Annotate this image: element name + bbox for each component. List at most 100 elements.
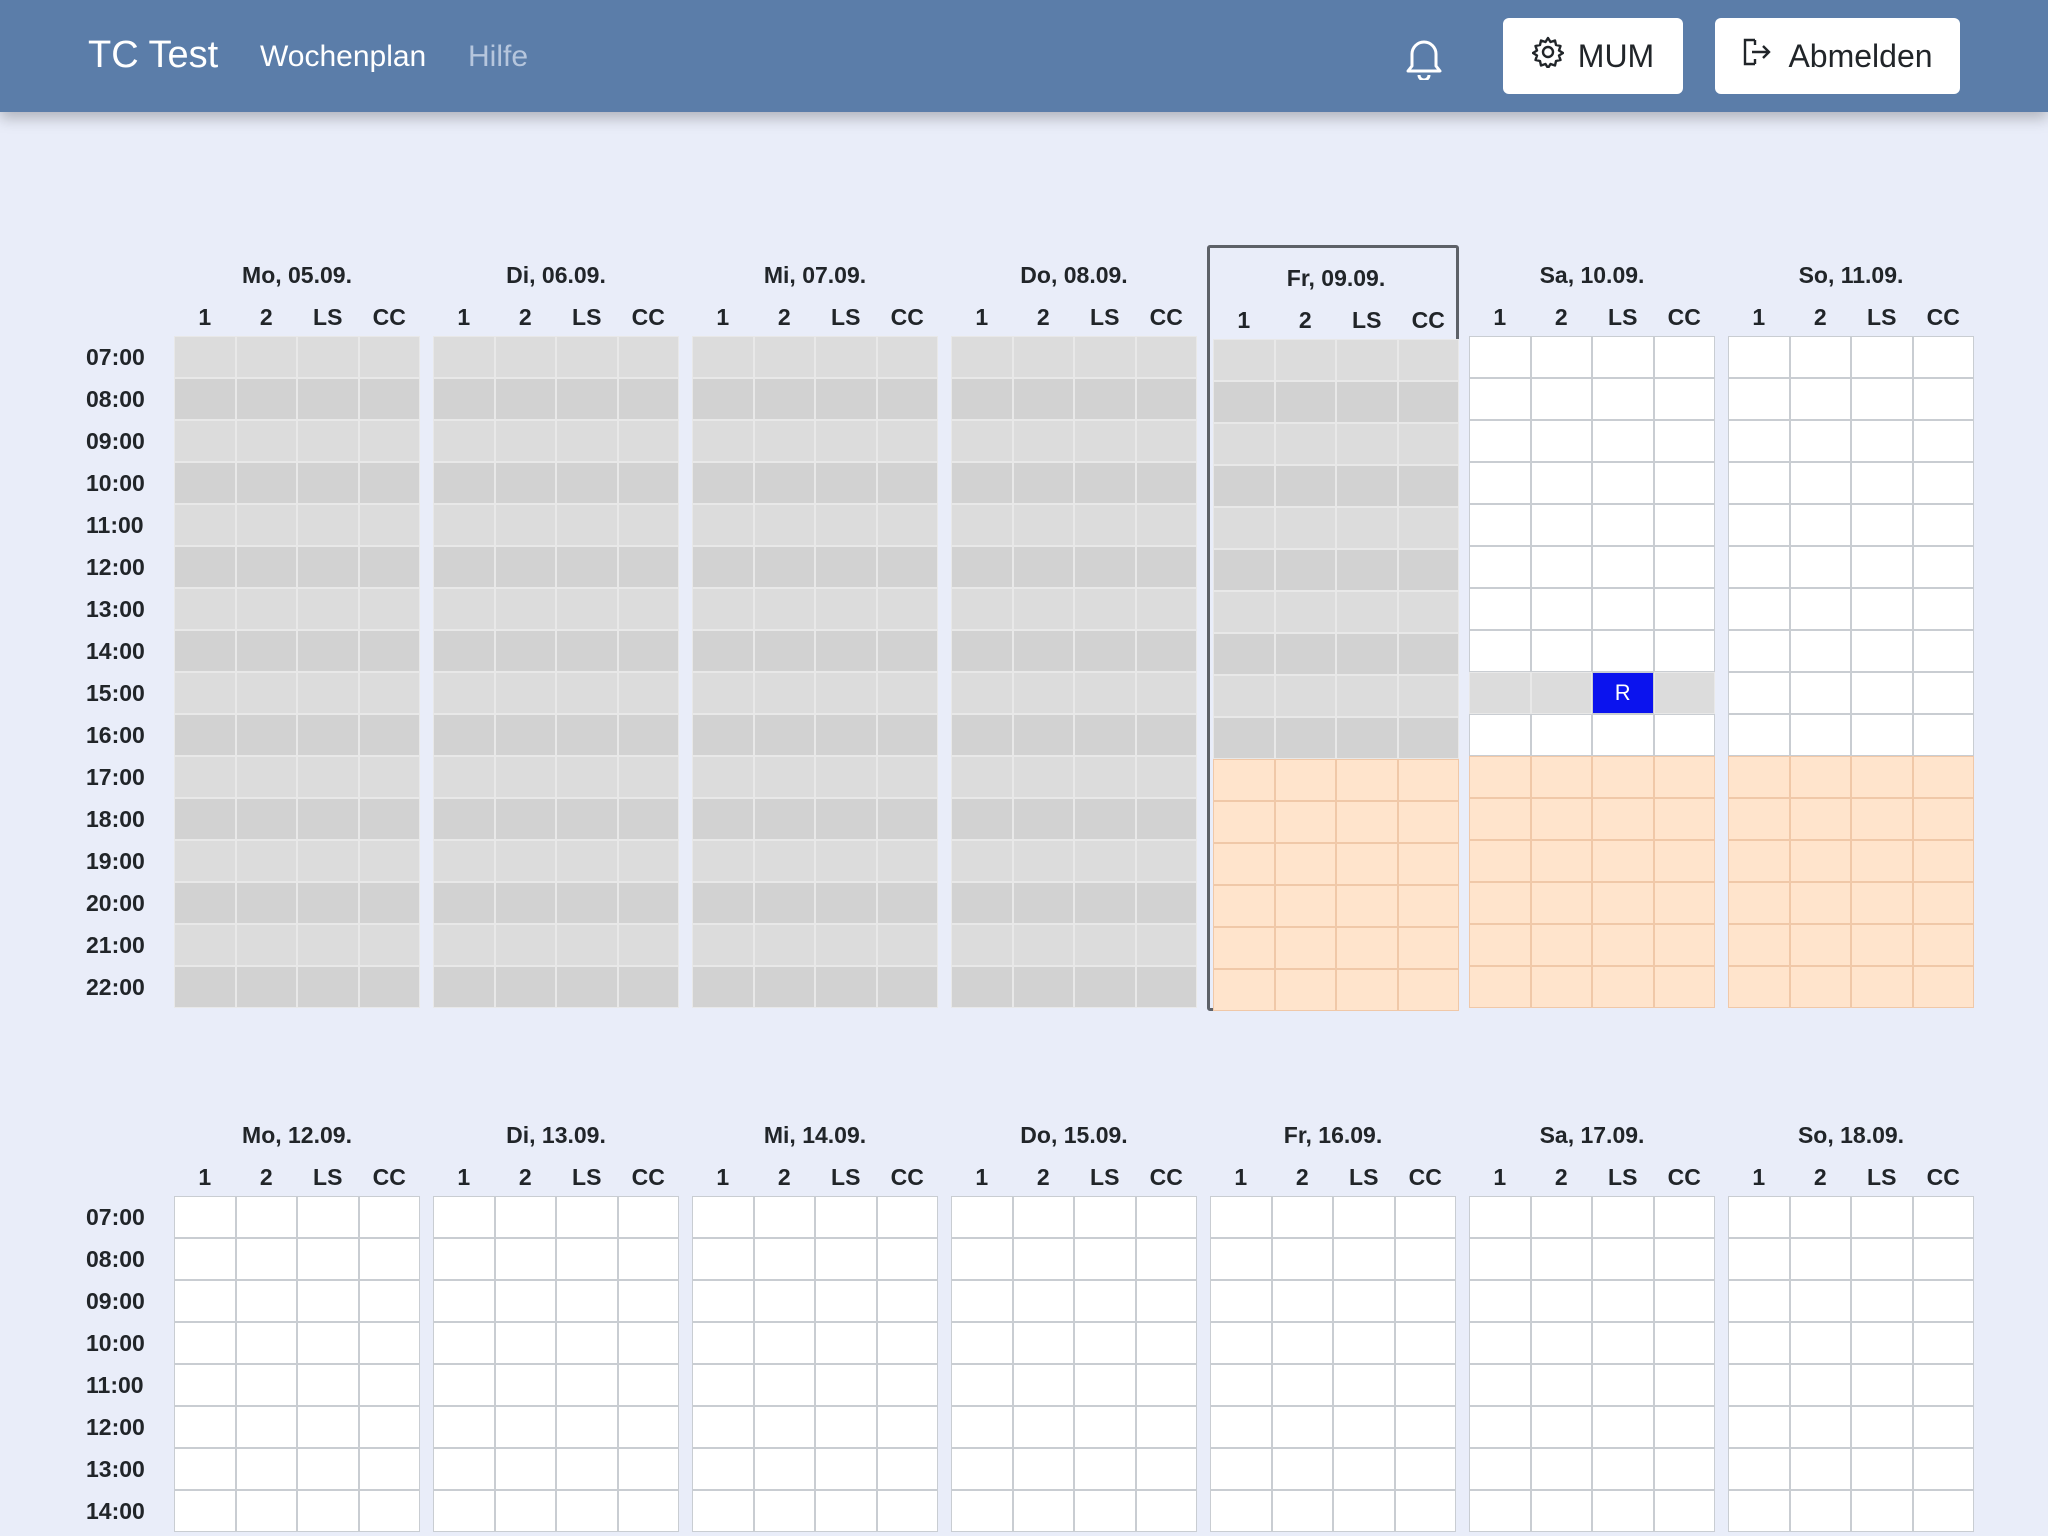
- slot-cell[interactable]: [1135, 1322, 1197, 1364]
- slot-cell[interactable]: [1213, 801, 1275, 843]
- slot-cell[interactable]: [1469, 840, 1531, 882]
- slot-cell[interactable]: [1789, 420, 1851, 462]
- slot-cell[interactable]: [1012, 1406, 1074, 1448]
- slot-cell[interactable]: [1912, 924, 1974, 966]
- slot-cell[interactable]: [1469, 966, 1531, 1008]
- slot-cell[interactable]: [1728, 798, 1790, 840]
- slot-cell[interactable]: [617, 1490, 679, 1532]
- slot-cell[interactable]: [1271, 1196, 1333, 1238]
- slot-cell[interactable]: [1530, 546, 1592, 588]
- slot-cell[interactable]: [1653, 588, 1715, 630]
- slot-cell[interactable]: [1728, 1196, 1790, 1238]
- slot-cell[interactable]: [174, 1238, 236, 1280]
- slot-cell[interactable]: [494, 1280, 556, 1322]
- slot-cell[interactable]: [1728, 882, 1790, 924]
- slot-cell[interactable]: [1592, 1238, 1654, 1280]
- slot-cell[interactable]: [1653, 966, 1715, 1008]
- slot-cell[interactable]: [617, 1448, 679, 1490]
- slot-cell[interactable]: [1213, 885, 1275, 927]
- slot-cell[interactable]: [1728, 1490, 1790, 1532]
- slot-cell[interactable]: [1851, 1238, 1913, 1280]
- slot-cell[interactable]: [1728, 462, 1790, 504]
- slot-cell[interactable]: [174, 1280, 236, 1322]
- slot-cell[interactable]: [235, 1238, 297, 1280]
- slot-cell[interactable]: [1210, 1406, 1272, 1448]
- slot-cell[interactable]: [1851, 1322, 1913, 1364]
- slot-cell[interactable]: [1653, 714, 1715, 756]
- slot-cell[interactable]: [1530, 714, 1592, 756]
- slot-cell[interactable]: [753, 1322, 815, 1364]
- slot-cell[interactable]: [1333, 1490, 1395, 1532]
- slot-cell[interactable]: [1530, 1364, 1592, 1406]
- slot-cell[interactable]: [1074, 1364, 1136, 1406]
- slot-cell[interactable]: [1469, 1322, 1531, 1364]
- slot-cell[interactable]: [1271, 1238, 1333, 1280]
- slot-cell[interactable]: [556, 1322, 618, 1364]
- slot-cell[interactable]: [1336, 885, 1398, 927]
- slot-cell[interactable]: [1789, 840, 1851, 882]
- slot-cell[interactable]: [1397, 759, 1459, 801]
- slot-cell[interactable]: [1592, 1406, 1654, 1448]
- slot-cell[interactable]: [1592, 882, 1654, 924]
- slot-cell[interactable]: [1336, 801, 1398, 843]
- slot-cell[interactable]: [1851, 336, 1913, 378]
- slot-cell[interactable]: [1469, 1406, 1531, 1448]
- slot-cell[interactable]: [1210, 1196, 1272, 1238]
- slot-cell[interactable]: [815, 1448, 877, 1490]
- slot-cell[interactable]: [1728, 588, 1790, 630]
- slot-cell[interactable]: [1728, 1238, 1790, 1280]
- slot-cell[interactable]: [1135, 1406, 1197, 1448]
- slot-cell[interactable]: [1074, 1490, 1136, 1532]
- slot-cell[interactable]: [1789, 546, 1851, 588]
- slot-cell[interactable]: [1851, 1364, 1913, 1406]
- slot-cell[interactable]: [1336, 843, 1398, 885]
- slot-cell[interactable]: [1530, 1280, 1592, 1322]
- slot-cell[interactable]: [1469, 504, 1531, 546]
- slot-cell[interactable]: [1469, 462, 1531, 504]
- slot-cell[interactable]: [556, 1448, 618, 1490]
- slot-cell[interactable]: [1653, 1448, 1715, 1490]
- slot-cell[interactable]: [494, 1364, 556, 1406]
- slot-cell[interactable]: [1851, 1406, 1913, 1448]
- slot-cell[interactable]: [617, 1406, 679, 1448]
- slot-cell[interactable]: [1469, 1238, 1531, 1280]
- slot-cell[interactable]: [433, 1280, 495, 1322]
- slot-cell[interactable]: [556, 1364, 618, 1406]
- slot-cell[interactable]: [692, 1364, 754, 1406]
- slot-cell[interactable]: [1653, 546, 1715, 588]
- slot-cell[interactable]: [1789, 1406, 1851, 1448]
- slot-cell[interactable]: [1397, 801, 1459, 843]
- slot-cell[interactable]: [1333, 1280, 1395, 1322]
- slot-cell[interactable]: [1789, 1322, 1851, 1364]
- slot-cell[interactable]: [1851, 630, 1913, 672]
- slot-cell[interactable]: [753, 1238, 815, 1280]
- slot-cell[interactable]: [951, 1196, 1013, 1238]
- slot-cell[interactable]: [1912, 1490, 1974, 1532]
- slot-cell[interactable]: [1912, 1448, 1974, 1490]
- slot-cell[interactable]: [1530, 504, 1592, 546]
- slot-cell[interactable]: [297, 1238, 359, 1280]
- slot-cell[interactable]: [1789, 336, 1851, 378]
- slot-cell[interactable]: [1394, 1238, 1456, 1280]
- slot-cell[interactable]: [1789, 966, 1851, 1008]
- slot-cell[interactable]: [1912, 714, 1974, 756]
- slot-cell[interactable]: [1469, 924, 1531, 966]
- slot-cell[interactable]: [753, 1196, 815, 1238]
- slot-cell[interactable]: [1912, 1196, 1974, 1238]
- slot-cell[interactable]: [1530, 1448, 1592, 1490]
- slot-cell[interactable]: [1912, 966, 1974, 1008]
- slot-cell[interactable]: [1469, 420, 1531, 462]
- slot-cell[interactable]: [433, 1238, 495, 1280]
- slot-cell[interactable]: [1333, 1238, 1395, 1280]
- slot-cell[interactable]: [951, 1322, 1013, 1364]
- slot-cell[interactable]: [235, 1448, 297, 1490]
- slot-cell[interactable]: [1912, 672, 1974, 714]
- slot-cell[interactable]: [358, 1364, 420, 1406]
- slot-cell[interactable]: [876, 1322, 938, 1364]
- slot-cell[interactable]: [951, 1406, 1013, 1448]
- slot-cell[interactable]: [1653, 840, 1715, 882]
- slot-cell[interactable]: [1592, 462, 1654, 504]
- slot-cell[interactable]: [1653, 1196, 1715, 1238]
- slot-cell[interactable]: [358, 1406, 420, 1448]
- slot-cell[interactable]: [1789, 1490, 1851, 1532]
